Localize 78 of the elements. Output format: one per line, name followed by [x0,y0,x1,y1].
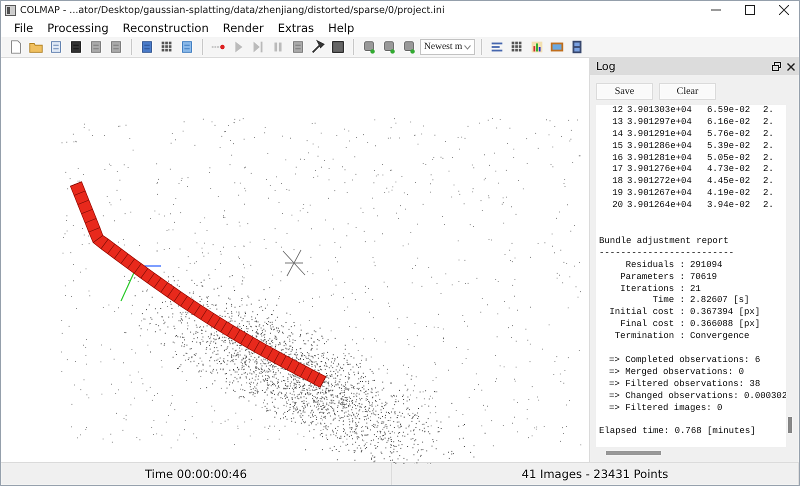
log-table-cell-text: 3.901264e+04 [627,200,693,212]
gradient-square-icon[interactable] [329,38,347,56]
log-table-cell-text: 3.901297e+04 [627,116,693,129]
save-button[interactable]: Save [596,83,653,100]
log-table-cell-text: 4.19e-02 [707,188,752,200]
report-label: Residuals : [624,260,685,272]
log-table-cell-text: 16 [611,152,623,164]
log-table-cell-text: 18 [611,176,623,188]
log-table-cell-text: 14 [611,128,623,141]
float-panel-icon[interactable] [772,62,781,71]
menu-item[interactable]: Reconstruction [116,19,216,37]
log-table-cell-text: 3.901267e+04 [627,188,693,200]
log-table-cell-text: 6.16e-02 [707,116,752,129]
log-line: => Merged observations: 0 [608,366,746,379]
log-table-cell-text: 15 [611,140,623,153]
window-title: COLMAP - ...ator/Desktop/gaussian-splatting/data/zhenjiang/distorted/sparse/0/project.ini [20,4,446,16]
report-label: Termination : [614,331,685,344]
report-label: Final cost : [619,319,685,332]
log-line: => Completed observations: 6 [608,355,762,367]
report-label: Initial cost : [608,307,685,320]
menu-item[interactable]: Processing [40,19,116,37]
maximize-icon [745,5,755,15]
report-label: Parameters : [619,272,685,284]
log-table-cell-text: 3.901303e+04 [627,105,693,117]
log-table-cell-text: 5.05e-02 [707,152,752,164]
report-value: 0.367394 [px] [690,307,762,320]
log-table-cell-text: 4.45e-02 [707,176,752,188]
elapsed-time: Elapsed time: 0.768 [minutes] [599,426,757,438]
report-value: 0.366088 [px] [690,319,762,332]
log-table-cell-text: 2. [763,152,775,164]
log-table-cell-text: 3.901281e+04 [627,152,693,164]
rotation-center-icon [282,250,306,276]
report-label: Iterations : [619,284,685,296]
report-label: Time : [652,295,685,308]
caret-icon [464,44,471,50]
menu-item[interactable]: Extras [270,19,322,37]
log-line: => Filtered observations: 38 [608,378,762,391]
menu-item[interactable]: Render [216,19,271,37]
report-value: 21 [690,284,702,296]
log-table-cell-text: 2. [763,176,775,188]
log-table-cell-text: 2. [763,128,775,141]
status-time: Time 00:00:00:46 [1,463,392,485]
log-table-cell-text: 2. [763,140,775,153]
log-table-cell-text: 12 [611,105,623,117]
log-table-cell-text: 3.901276e+04 [627,164,693,176]
log-table-cell-text: 13 [611,116,623,129]
log-table-cell-text: 3.94e-02 [707,200,752,212]
report-value: Convergence [690,331,750,344]
log-table-cell-text: 2. [763,188,775,200]
report-value: 291094 [690,260,724,272]
log-line: => Filtered images: 0 [608,402,724,414]
close-icon[interactable] [787,62,795,70]
log-table-cell-text: 2. [763,105,775,117]
render-mode-dropdown[interactable]: Newest m [420,39,475,55]
close-icon [779,5,789,15]
status-summary: 41 Images - 23431 Points [392,463,799,485]
app-icon [5,4,16,16]
log-table-cell-text: 3.901272e+04 [627,176,693,188]
panel-title: Log [596,60,617,73]
log-table-cell-text: 5.39e-02 [707,140,752,153]
report-rule: ------------------------- [599,248,736,260]
log-table-cell-text: 2. [763,200,775,212]
menu-item[interactable]: Help [321,19,362,37]
log-table-cell-text: 2. [763,116,775,129]
log-table-cell-text: 2. [763,164,775,176]
menu-item[interactable]: File [7,19,40,37]
log-table-cell-text: 20 [611,200,623,212]
log-table-cell-text: 17 [611,164,623,176]
log-table-cell-text: 5.76e-02 [707,128,752,141]
report-value: 2.82607 [s] [690,295,750,308]
log-table-cell-text: 3.901291e+04 [627,128,693,141]
log-table-cell-text: 4.73e-02 [707,164,752,176]
report-heading: Bundle adjustment report [599,236,730,248]
clear-button[interactable]: Clear [659,83,716,100]
report-value: 70619 [690,272,718,284]
log-table-cell-text: 6.59e-02 [707,105,752,117]
log-table-cell-text: 19 [611,188,623,200]
log-table-cell-text: 3.901286e+04 [627,140,693,153]
